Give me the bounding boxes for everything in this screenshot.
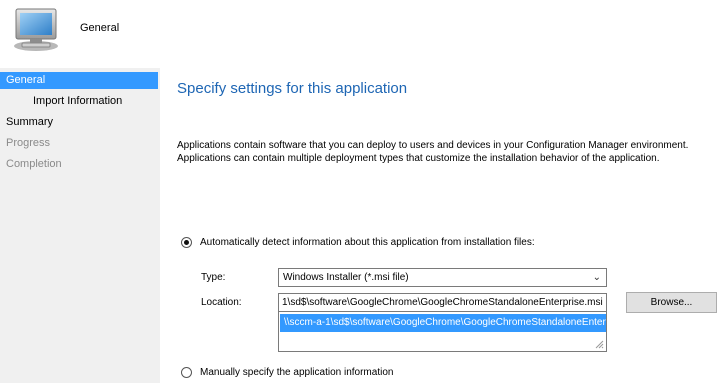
resize-grip-icon[interactable] (595, 340, 604, 349)
sidebar-item-summary[interactable]: Summary (0, 114, 158, 131)
location-input[interactable]: 1\sd$\software\GoogleChrome\GoogleChrome… (278, 293, 607, 312)
manual-specify-label: Manually specify the application informa… (200, 367, 394, 378)
browse-button[interactable]: Browse... (626, 292, 717, 313)
sidebar-item-general[interactable]: General (0, 72, 158, 89)
autocomplete-suggestion[interactable]: \\sccm-a-1\sd$\software\GoogleChrome\Goo… (280, 314, 606, 332)
sidebar-item-completion: Completion (6, 158, 62, 170)
location-autocomplete-list: \\sccm-a-1\sd$\software\GoogleChrome\Goo… (278, 312, 607, 352)
type-select-value: Windows Installer (*.msi file) (283, 272, 409, 283)
wizard-sidebar: General Import Information Summary Progr… (0, 68, 160, 383)
location-label: Location: (201, 297, 242, 308)
header-title: General (80, 22, 120, 34)
wizard-header: General (0, 0, 718, 58)
type-select[interactable]: Windows Installer (*.msi file) ⌄ (278, 268, 607, 287)
sidebar-item-import-information[interactable]: Import Information (0, 93, 158, 110)
manual-specify-radio[interactable] (181, 367, 192, 378)
page-description: Applications contain software that you c… (177, 140, 689, 164)
type-label: Type: (201, 272, 226, 283)
chevron-down-icon: ⌄ (592, 272, 601, 283)
auto-detect-radio[interactable] (181, 237, 192, 248)
auto-detect-label: Automatically detect information about t… (200, 237, 535, 248)
sidebar-item-progress: Progress (6, 137, 51, 149)
page-title: Specify settings for this application (177, 80, 408, 97)
computer-icon (10, 6, 62, 52)
